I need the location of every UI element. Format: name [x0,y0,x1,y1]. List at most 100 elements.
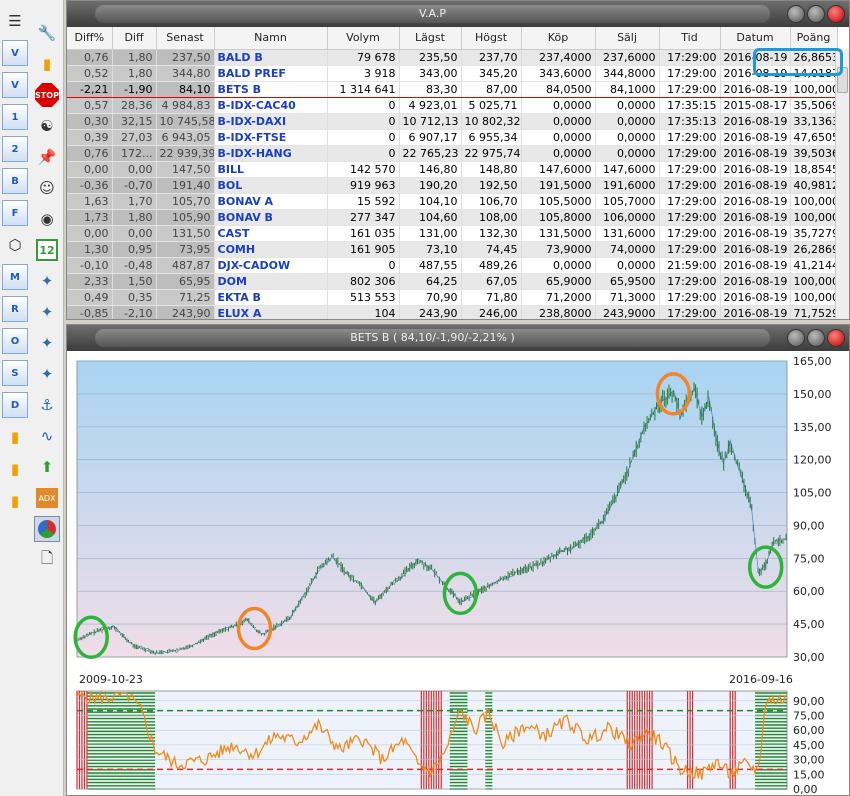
table-row[interactable]: 0,49 0,35 71,25 EKTA B 513 553 70,90 71,80 71,2… [67,289,838,306]
pushpin-icon[interactable]: 📌 [34,144,60,170]
column-header-4[interactable]: Volym [327,27,400,50]
letter-d-chart-icon[interactable]: D [2,392,28,418]
table-row[interactable]: 1,73 1,80 105,90 BONAV B 277 347 104,60 108,00… [67,209,838,226]
table-row[interactable]: 0,57 28,36 4 984,83 B-IDX-CAC40 0 4 923,01 5 0… [67,97,838,114]
table-cell: 246,00 [461,305,522,319]
table-row[interactable]: -2,21 -1,90 84,10 BETS B1 314 641 83,30 87,00… [67,80,838,98]
document-icon[interactable]: 🗋 [34,547,60,573]
instrument-name[interactable]: COMH [214,241,328,258]
table-row[interactable]: 0,00 0,00 131,50 CAST 161 035 131,00 132,30 131… [67,225,838,242]
line-chart-icon[interactable]: ∿ [34,423,60,449]
table-row[interactable]: 0,00 0,00 147,50 BILL 142 570 146,80 148,80 147… [67,161,838,178]
number-2-chart-icon[interactable]: 2 [2,136,28,162]
column-header-3[interactable]: Namn [214,27,328,50]
instrument-name[interactable]: CAST [214,225,328,242]
compass-icon[interactable]: ✦ [34,268,60,294]
letter-b-chart-icon[interactable]: B [2,168,28,194]
column-header-6[interactable]: Högst [461,27,522,50]
minimize-button[interactable] [787,5,805,23]
number-1-chart-icon[interactable]: 1 [2,104,28,130]
pie-chart-icon[interactable] [34,516,60,542]
yin-yang-icon[interactable]: ☯ [34,113,60,139]
instrument-name[interactable]: B-IDX-DAXI [214,113,328,130]
y-tick-label: 30,00 [793,651,825,664]
table-cell: 191,5000 [521,177,596,194]
maximize-button[interactable] [807,5,825,23]
instrument-name[interactable]: BONAV A [214,193,328,210]
compass-icon[interactable]: ✦ [34,299,60,325]
table-cell: -2,10 [112,305,157,319]
letter-m-chart-icon[interactable]: M [2,264,28,290]
letter-v-chart-icon[interactable]: V [2,40,28,66]
instrument-name[interactable]: BONAV B [214,209,328,226]
table-row[interactable]: -0,10 -0,48 487,87 DJX-CADOW 0 487,55 489,26 0,… [67,257,838,274]
compass-icon[interactable]: ✦ [34,330,60,356]
compass-icon[interactable]: ✦ [34,361,60,387]
arrow-up-icon[interactable]: ⬆ [34,454,60,480]
column-header-8[interactable]: Sälj [595,27,660,50]
instrument-name[interactable]: BETS B [214,80,328,98]
column-header-9[interactable]: Tid [659,27,721,50]
wrench-icon[interactable]: 🔧 [34,20,60,46]
bar-chart-icon[interactable]: ▮ [2,488,28,514]
adx-icon[interactable]: ADX [34,485,60,511]
network-icon[interactable]: ⬡ [2,232,28,258]
table-cell: -2,21 [67,80,113,98]
instrument-name[interactable]: BILL [214,161,328,178]
column-header-0[interactable]: Diff% [67,27,113,50]
table-cell: 79 678 [327,49,400,66]
close-button[interactable] [827,5,845,23]
table-row[interactable]: -0,36 -0,70 191,40 BOL 919 963 190,20 192,50 19… [67,177,838,194]
table-row[interactable]: 0,52 1,80 344,80 BALD PREF 3 918 343,00 345,20… [67,65,838,82]
column-header-10[interactable]: Datum [720,27,791,50]
instrument-name[interactable]: DOM [214,273,328,290]
list-icon[interactable]: ☰ [2,8,28,34]
table-row[interactable]: 0,76 172... 22 939,39 B-IDX-HANG 0 22 765,23 2… [67,145,838,162]
chart-close-button[interactable] [827,329,845,347]
instrument-name[interactable]: BOL [214,177,328,194]
instrument-name[interactable]: BALD B [214,49,328,66]
table-row[interactable]: -0,85 -2,10 243,90 ELUX A 104 243,90 246,00 238… [67,305,838,319]
table-cell: 0,95 [112,241,157,258]
column-header-7[interactable]: Köp [521,27,596,50]
chart-minimize-button[interactable] [787,329,805,347]
column-header-5[interactable]: Lägst [399,27,462,50]
table-row[interactable]: 0,39 27,03 6 943,05 B-IDX-FTSE 0 6 907,17 6 95… [67,129,838,146]
letter-r-chart-icon[interactable]: R [2,296,28,322]
table-row[interactable]: 0,30 32,15 10 745,58 B-IDX-DAXI 0 10 712,13 10… [67,113,838,130]
bar-chart-icon[interactable]: ▮ [34,51,60,77]
instrument-name[interactable]: EKTA B [214,289,328,306]
table-row[interactable]: 0,76 1,80 237,50 BALD B 79 678 235,50 237,70 23… [67,49,838,66]
calendar-icon[interactable]: 12 [34,237,60,263]
letter-s-chart-icon[interactable]: S [2,360,28,386]
column-header-11[interactable]: Poäng [790,27,838,50]
anchor-icon[interactable]: ⚓ [34,392,60,418]
table-row[interactable]: 1,30 0,95 73,95 COMH 161 905 73,10 74,45 73,900… [67,241,838,258]
bar-chart-icon[interactable]: ▮ [2,424,28,450]
list-scrollbar[interactable] [835,49,849,319]
table-row[interactable]: 2,33 1,50 65,95 DOM 802 306 64,25 67,05 65,9000… [67,273,838,290]
column-header-2[interactable]: Senast [156,27,215,50]
person-photo-icon[interactable]: ☺ [34,175,60,201]
chart-maximize-button[interactable] [807,329,825,347]
table-cell: 243,90 [156,305,215,319]
table-row[interactable]: 1,63 1,70 105,70 BONAV A 15 592 104,10 106,70 1… [67,193,838,210]
logo-icon[interactable]: ◉ [34,206,60,232]
table-cell: 27,03 [112,129,157,146]
list-panel: V.A.P Diff% Diff Senast Namn Volym Lägst Högst… [66,0,850,320]
stop-icon[interactable]: STOP [34,82,60,108]
instrument-name[interactable]: B-IDX-CAC40 [214,97,328,114]
letter-v-chart-icon[interactable]: V [2,72,28,98]
table-cell: 344,80 [156,65,215,82]
letter-o-chart-icon[interactable]: O [2,328,28,354]
table-cell: 65,9000 [521,273,596,290]
bar-chart-icon[interactable]: ▮ [2,456,28,482]
instrument-name[interactable]: BALD PREF [214,65,328,82]
price-chart[interactable]: 30,0045,0060,0075,0090,00105,00120,00135… [67,351,849,795]
instrument-name[interactable]: DJX-CADOW [214,257,328,274]
instrument-name[interactable]: ELUX A [214,305,328,319]
letter-f-chart-icon[interactable]: F [2,200,28,226]
column-header-1[interactable]: Diff [112,27,157,50]
instrument-name[interactable]: B-IDX-FTSE [214,129,328,146]
instrument-name[interactable]: B-IDX-HANG [214,145,328,162]
